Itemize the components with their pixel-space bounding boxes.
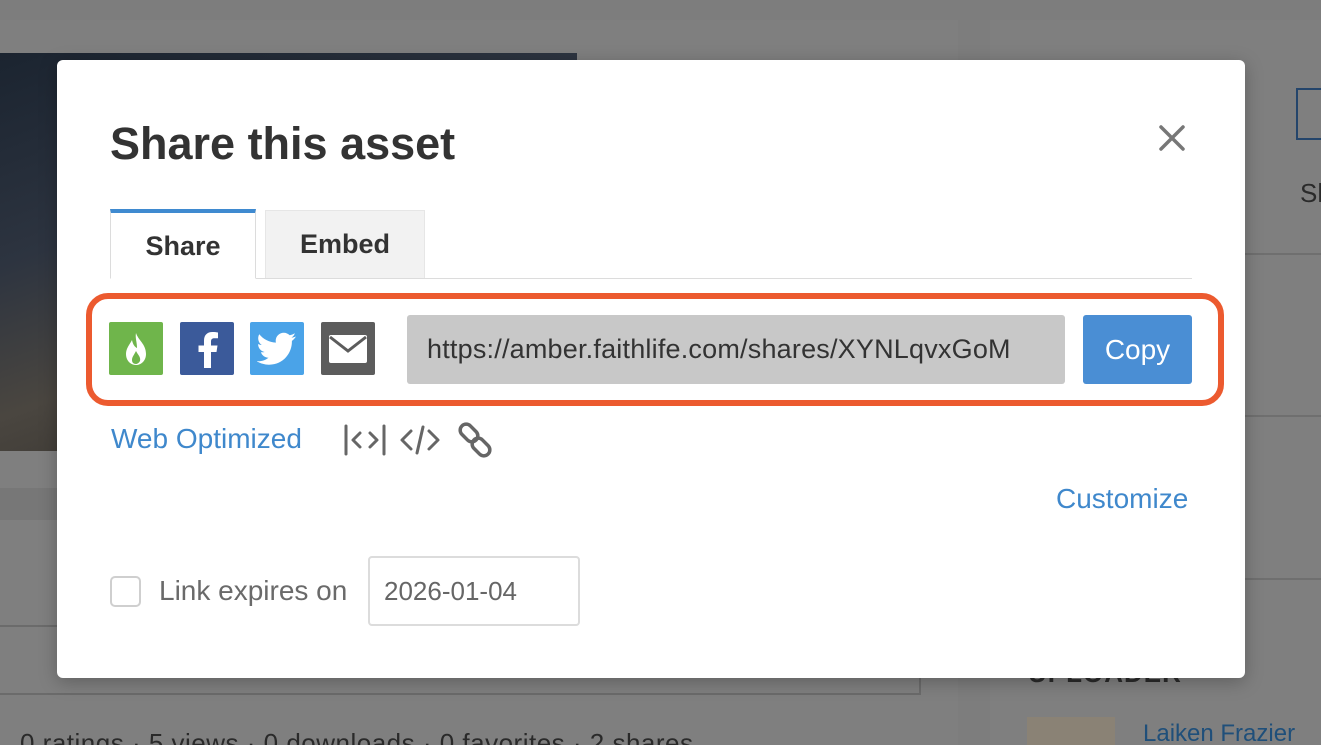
share-modal: Share this asset Share Embed https://amb… bbox=[57, 60, 1245, 678]
background-stats: 0 ratings · 5 views · 0 downloads · 0 fa… bbox=[20, 728, 694, 745]
background-uploader-name: Laiken Frazier bbox=[1143, 720, 1296, 745]
format-web-optimized-link[interactable]: Web Optimized bbox=[111, 423, 302, 455]
close-button[interactable] bbox=[1154, 120, 1190, 156]
share-faithlife-button[interactable] bbox=[109, 322, 163, 375]
share-facebook-button[interactable] bbox=[180, 322, 234, 375]
share-email-button[interactable] bbox=[321, 322, 375, 375]
link-button[interactable] bbox=[456, 422, 494, 458]
share-url-field[interactable]: https://amber.faithlife.com/shares/XYNLq… bbox=[407, 315, 1065, 384]
tab-share[interactable]: Share bbox=[110, 209, 256, 279]
tab-embed[interactable]: Embed bbox=[265, 210, 425, 278]
modal-title: Share this asset bbox=[110, 118, 456, 169]
facebook-icon bbox=[198, 331, 218, 368]
background-sidebar-text: Sh bbox=[1300, 178, 1321, 208]
twitter-icon bbox=[257, 332, 296, 365]
embed-bracket-icon bbox=[344, 424, 386, 456]
link-expires-date-input[interactable] bbox=[368, 556, 580, 626]
link-expires-label: Link expires on bbox=[159, 575, 348, 606]
email-envelope-icon bbox=[329, 334, 367, 363]
background-sidebar-button bbox=[1296, 88, 1321, 140]
embed-bracket-button[interactable] bbox=[343, 422, 387, 458]
customize-link[interactable]: Customize bbox=[1056, 483, 1188, 515]
background-uploader-avatar bbox=[1027, 717, 1115, 745]
link-expires-checkbox[interactable] bbox=[110, 576, 141, 607]
code-button[interactable] bbox=[399, 422, 441, 458]
share-tabs: Share Embed bbox=[110, 209, 1192, 279]
link-icon bbox=[458, 422, 492, 458]
code-icon bbox=[400, 425, 440, 455]
copy-button[interactable]: Copy bbox=[1083, 315, 1192, 384]
share-twitter-button[interactable] bbox=[250, 322, 304, 375]
faithlife-flame-icon bbox=[126, 332, 146, 365]
close-icon bbox=[1159, 125, 1185, 151]
